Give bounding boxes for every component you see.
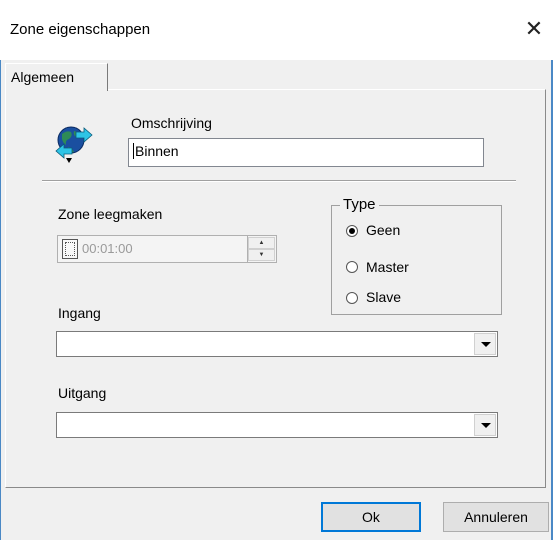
output-label: Uitgang bbox=[58, 385, 107, 401]
description-value: Binnen bbox=[133, 143, 179, 159]
clear-zone-label: Zone leegmaken bbox=[58, 206, 163, 222]
description-input[interactable]: Binnen bbox=[128, 138, 484, 167]
type-group-label: Type bbox=[340, 196, 379, 213]
time-spinner[interactable]: ▲ ▼ bbox=[247, 236, 276, 262]
radio-geen[interactable] bbox=[346, 225, 358, 237]
radio-master[interactable] bbox=[346, 261, 358, 273]
radio-geen-label[interactable]: Geen bbox=[366, 222, 400, 238]
output-select[interactable] bbox=[56, 412, 498, 438]
input-label: Ingang bbox=[58, 305, 101, 321]
clear-zone-time-picker[interactable]: 00:01:00 ▲ ▼ bbox=[57, 235, 277, 263]
close-icon[interactable]: ✕ bbox=[519, 14, 549, 44]
radio-slave[interactable] bbox=[346, 292, 358, 304]
tab-algemeen-label: Algemeen bbox=[11, 69, 75, 85]
clear-zone-checkbox[interactable] bbox=[62, 239, 78, 259]
ok-button[interactable]: Ok bbox=[321, 502, 421, 532]
chevron-down-icon[interactable] bbox=[474, 414, 496, 436]
radio-master-label[interactable]: Master bbox=[366, 259, 409, 275]
chevron-down-icon[interactable] bbox=[474, 333, 496, 355]
tab-algemeen[interactable]: Algemeen bbox=[5, 63, 108, 91]
radio-slave-label[interactable]: Slave bbox=[366, 289, 401, 305]
window-title: Zone eigenschappen bbox=[10, 21, 151, 38]
clear-zone-time-value: 00:01:00 bbox=[82, 241, 133, 256]
description-label: Omschrijving bbox=[131, 115, 212, 131]
globe-arrows-icon bbox=[50, 118, 98, 166]
spin-down-icon[interactable]: ▼ bbox=[248, 249, 275, 261]
window-border-left bbox=[0, 60, 1, 540]
input-select[interactable] bbox=[56, 331, 498, 357]
separator bbox=[42, 180, 516, 182]
cancel-button[interactable]: Annuleren bbox=[443, 502, 549, 532]
spin-up-icon[interactable]: ▲ bbox=[248, 237, 275, 249]
